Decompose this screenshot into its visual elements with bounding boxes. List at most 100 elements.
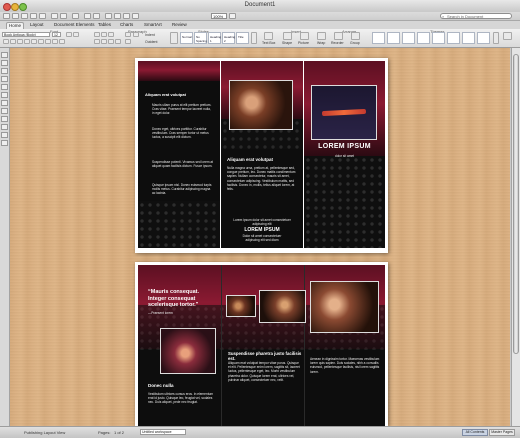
undo-icon[interactable]: [51, 13, 58, 19]
page1-panel-left[interactable]: Aliquam erat volutpat Mauris ullam purus…: [138, 61, 220, 248]
styles-scroll-up[interactable]: [170, 32, 178, 44]
themes-fonts-icon[interactable]: [503, 32, 512, 40]
page-2[interactable]: “Mauris consequat. Integer consequat sce…: [135, 262, 388, 426]
theme-6[interactable]: [447, 32, 460, 44]
layout-tool-icon[interactable]: [1, 140, 8, 146]
theme-4[interactable]: [417, 32, 430, 44]
highlight-button[interactable]: [52, 39, 58, 44]
help-icon[interactable]: [229, 13, 236, 19]
group-label[interactable]: Group: [350, 41, 360, 45]
page2-photo-singer[interactable]: [310, 281, 379, 333]
style-no-spacing[interactable]: No Spacing: [194, 32, 207, 44]
numbering-button[interactable]: [101, 32, 107, 37]
align-right-button[interactable]: [108, 39, 114, 44]
view-mode-label[interactable]: Publishing Layout View: [24, 430, 65, 435]
show-formatting-button[interactable]: [133, 32, 139, 37]
group-icon[interactable]: [351, 32, 360, 40]
redo-icon[interactable]: [60, 13, 67, 19]
style-heading-1[interactable]: Heading 1: [208, 32, 221, 44]
search-input[interactable]: Search in Document: [440, 13, 512, 19]
shape-label[interactable]: Shape: [282, 41, 292, 45]
font-name-select[interactable]: Book Antiqua (Body): [2, 32, 50, 37]
style-normal[interactable]: Normal: [180, 32, 193, 44]
vertical-scrollbar[interactable]: [511, 48, 520, 426]
templates-icon[interactable]: [12, 13, 19, 19]
page2-panels[interactable]: “Mauris consequat. Integer consequat sce…: [138, 265, 385, 426]
new-document-icon[interactable]: [3, 13, 10, 19]
style-title[interactable]: Title: [236, 32, 249, 44]
text-effects-button[interactable]: [45, 39, 51, 44]
theme-5[interactable]: [432, 32, 445, 44]
reorder-icon[interactable]: [334, 32, 343, 40]
themes-more-button[interactable]: [493, 32, 499, 44]
underline-button[interactable]: [17, 39, 23, 44]
show-hide-icon[interactable]: [132, 13, 139, 19]
page1-panel-middle[interactable]: Aliquam erat volutpat Nulla magna urna, …: [221, 61, 303, 248]
columns-icon[interactable]: [93, 13, 100, 19]
print-icon[interactable]: [39, 13, 46, 19]
theme-3[interactable]: [402, 32, 415, 44]
tab-document-elements[interactable]: Document Elements: [52, 22, 97, 28]
textbox-label[interactable]: Text Box: [262, 41, 275, 45]
outdent-label[interactable]: Outdent: [145, 40, 157, 44]
layout-tool-icon[interactable]: [1, 84, 8, 90]
style-heading-2[interactable]: Heading 2: [222, 32, 235, 44]
layout-tool-icon[interactable]: [1, 132, 8, 138]
theme-7[interactable]: [462, 32, 475, 44]
page2-photo-medium[interactable]: [259, 290, 306, 323]
page2-photo-small[interactable]: [226, 295, 256, 317]
layout-tool-icon[interactable]: [1, 116, 8, 122]
paragraph-shading-button[interactable]: [125, 39, 131, 44]
multilevel-list-button[interactable]: [108, 32, 114, 37]
zoom-select[interactable]: 100%: [211, 13, 227, 19]
grow-font-button[interactable]: [66, 32, 72, 37]
open-icon[interactable]: [21, 13, 28, 19]
wrap-icon[interactable]: [317, 32, 326, 40]
tab-smartart[interactable]: SmartArt: [142, 22, 164, 28]
shrink-font-button[interactable]: [73, 32, 79, 37]
toolbox-icon[interactable]: [114, 13, 121, 19]
format-painter-icon[interactable]: [72, 13, 79, 19]
justify-button[interactable]: [115, 39, 121, 44]
line-spacing-button[interactable]: [125, 32, 131, 37]
master-pages-tab[interactable]: Master Pages: [489, 429, 515, 436]
align-left-button[interactable]: [94, 39, 100, 44]
layout-tool-icon[interactable]: [1, 76, 8, 82]
workspace-select[interactable]: Untitled workspace: [140, 429, 186, 435]
layout-tool-icon[interactable]: [1, 68, 8, 74]
font-size-select[interactable]: 12: [52, 32, 61, 37]
textbox-icon[interactable]: [264, 32, 273, 40]
tab-charts[interactable]: Charts: [118, 22, 135, 28]
page1-photo-microphone[interactable]: [311, 85, 377, 140]
shape-icon[interactable]: [283, 32, 292, 40]
indent-label[interactable]: Indent: [145, 33, 155, 37]
font-color-button[interactable]: [59, 39, 65, 44]
scrollbar-thumb[interactable]: [513, 54, 519, 354]
theme-2[interactable]: [387, 32, 400, 44]
picture-icon[interactable]: [300, 32, 309, 40]
align-center-button[interactable]: [101, 39, 107, 44]
layout-tool-icon[interactable]: [1, 52, 8, 58]
media-browser-icon[interactable]: [123, 13, 130, 19]
layout-tool-icon[interactable]: [1, 100, 8, 106]
page-1[interactable]: Aliquam erat volutpat Mauris ullam purus…: [135, 58, 388, 253]
tab-tables[interactable]: Tables: [96, 22, 113, 28]
theme-1[interactable]: [372, 32, 385, 44]
styles-more-button[interactable]: [251, 32, 257, 44]
bold-button[interactable]: [3, 39, 9, 44]
save-icon[interactable]: [30, 13, 37, 19]
insert-table-icon[interactable]: [84, 13, 91, 19]
page1-photo-hands[interactable]: [229, 80, 293, 130]
strikethrough-button[interactable]: [24, 39, 30, 44]
all-contents-tab[interactable]: All Contents: [462, 429, 488, 436]
superscript-button[interactable]: [31, 39, 37, 44]
sidebar-icon[interactable]: [105, 13, 112, 19]
tab-review[interactable]: Review: [170, 22, 189, 28]
theme-8[interactable]: [477, 32, 490, 44]
picture-label[interactable]: Picture: [298, 41, 309, 45]
page1-panel-right[interactable]: LOREM IPSUM dolor sit amet: [304, 61, 385, 248]
wrap-label[interactable]: Wrap: [317, 41, 325, 45]
subscript-button[interactable]: [38, 39, 44, 44]
page2-photo-guitarist[interactable]: [160, 328, 216, 374]
layout-tool-icon[interactable]: [1, 60, 8, 66]
